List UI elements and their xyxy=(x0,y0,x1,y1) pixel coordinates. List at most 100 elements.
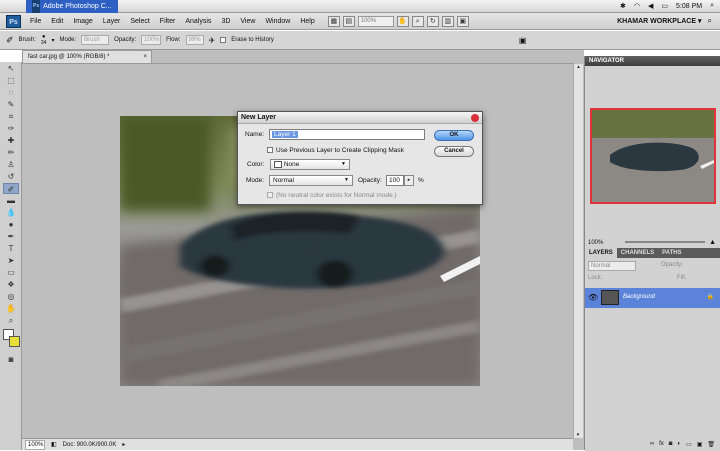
opacity-input[interactable]: 100 xyxy=(386,175,404,186)
background-color-swatch[interactable] xyxy=(9,336,20,347)
type-tool-icon[interactable]: T xyxy=(3,243,19,254)
menu-window[interactable]: Window xyxy=(260,18,295,25)
clipping-mask-checkbox[interactable] xyxy=(267,147,273,153)
arrange-documents-icon[interactable]: ▥ xyxy=(441,15,454,27)
dialog-titlebar[interactable]: New Layer xyxy=(238,112,482,124)
shape-tool-icon[interactable]: ▭ xyxy=(3,267,19,278)
scroll-down-arrow[interactable]: ▾ xyxy=(574,432,582,438)
navigator-zoom-field[interactable]: 100% xyxy=(588,240,603,246)
eraser-tool-preset-icon[interactable]: ✐ xyxy=(6,35,14,46)
zoom-tool-icon[interactable]: ⌕ xyxy=(3,315,19,326)
options-bar: ✐ Brush: ● 34 ▾ Mode: Brush Opacity: 100… xyxy=(0,31,720,50)
crop-tool-icon[interactable]: ⌗ xyxy=(3,111,19,122)
navigator-zoom-slider[interactable] xyxy=(625,241,705,243)
color-select-value: None xyxy=(283,161,300,168)
hand-tool-icon[interactable]: ✋ xyxy=(3,303,19,314)
menu-3d[interactable]: 3D xyxy=(216,18,235,25)
erase-to-history-checkbox[interactable] xyxy=(220,37,227,43)
menu-help[interactable]: Help xyxy=(295,18,319,25)
menu-view[interactable]: View xyxy=(235,18,260,25)
search-icon[interactable]: ⌕ xyxy=(708,16,720,26)
eyedropper-tool-icon[interactable]: ✑ xyxy=(3,123,19,134)
clock[interactable]: 5:08 PM xyxy=(676,3,702,10)
brush-panel-icon[interactable]: ▣ xyxy=(519,36,527,45)
brush-tool-icon[interactable]: ✏ xyxy=(3,147,19,158)
airbrush-icon[interactable]: ✈ xyxy=(209,36,216,45)
layer-name[interactable]: Background xyxy=(623,294,655,300)
screen-mode-icon[interactable]: ▣ xyxy=(456,15,469,27)
cancel-button[interactable]: Cancel xyxy=(434,146,474,157)
scroll-up-arrow[interactable]: ▴ xyxy=(574,64,583,70)
layer-row[interactable]: 👁 Background 🔒 xyxy=(585,288,720,308)
close-icon[interactable] xyxy=(471,114,479,122)
name-input[interactable]: Layer 1 xyxy=(269,129,425,140)
marquee-tool-icon[interactable]: ⬚ xyxy=(3,75,19,86)
blend-mode-select[interactable]: Normal xyxy=(588,261,636,271)
mode-select[interactable]: Normal ▼ xyxy=(269,175,353,186)
erase-to-history-label: Erase to History xyxy=(231,37,274,43)
neutral-color-label: (No neutral color exists for Normal mode… xyxy=(276,192,397,199)
eraser-tool-icon[interactable]: ✐ xyxy=(3,183,19,194)
healing-brush-tool-icon[interactable]: ✚ xyxy=(3,135,19,146)
quick-selection-tool-icon[interactable]: ✎ xyxy=(3,99,19,110)
chevron-down-icon[interactable]: ▾ xyxy=(51,37,54,44)
ok-button[interactable]: OK xyxy=(434,130,474,141)
document-tab[interactable]: fast car.jpg @ 100% (RGB/8) * × xyxy=(22,50,152,63)
3d-orbit-tool-icon[interactable]: ◎ xyxy=(3,291,19,302)
opacity-field[interactable]: 100% xyxy=(141,35,162,45)
color-swatch-none xyxy=(274,160,282,168)
status-menu-icon[interactable]: ◧ xyxy=(51,441,57,448)
quick-mask-icon[interactable]: ◙ xyxy=(3,354,19,365)
menu-analysis[interactable]: Analysis xyxy=(180,18,216,25)
hand-icon[interactable]: ✋ xyxy=(396,15,409,27)
navigator-thumbnail[interactable] xyxy=(590,108,716,204)
history-brush-tool-icon[interactable]: ↺ xyxy=(3,171,19,182)
menu-file[interactable]: File xyxy=(25,18,46,25)
rotate-view-icon[interactable]: ↻ xyxy=(426,15,439,27)
status-arrow-icon[interactable]: ▸ xyxy=(122,441,125,448)
status-zoom-field[interactable]: 100% xyxy=(25,439,45,450)
menu-filter[interactable]: Filter xyxy=(155,18,181,25)
menu-layer[interactable]: Layer xyxy=(98,18,126,25)
workspace-switcher[interactable]: KHAMAR WORKPLACE ▾ xyxy=(617,17,707,25)
3d-rotate-tool-icon[interactable]: ❖ xyxy=(3,279,19,290)
visibility-eye-icon[interactable]: 👁 xyxy=(588,293,598,302)
brush-preset-picker[interactable]: ● 34 xyxy=(41,34,47,46)
zoom-in-icon[interactable]: ▲ xyxy=(709,239,716,246)
vertical-scrollbar[interactable]: ▴ ▾ xyxy=(573,64,583,438)
tab-paths[interactable]: PATHS xyxy=(658,248,685,258)
minibridge-icon[interactable]: ▤ xyxy=(342,15,355,27)
gradient-tool-icon[interactable]: ▬ xyxy=(3,195,19,206)
color-select[interactable]: None ▼ xyxy=(270,159,350,170)
move-tool-icon[interactable]: ↖ xyxy=(3,63,19,74)
zoom-icon[interactable]: ⌕ xyxy=(411,15,424,27)
tab-layers[interactable]: LAYERS xyxy=(585,248,617,258)
menu-edit[interactable]: Edit xyxy=(46,18,68,25)
volume-icon[interactable]: ◀ xyxy=(648,2,653,10)
battery-icon[interactable]: ▭ xyxy=(661,2,668,10)
bridge-icon[interactable]: ▦ xyxy=(327,15,340,27)
opacity-stepper-icon[interactable]: ▸ xyxy=(404,175,414,186)
mac-app-menu[interactable]: Ps Adobe Photoshop C... xyxy=(26,0,118,13)
name-input-value: Layer 1 xyxy=(272,131,298,138)
bluetooth-icon[interactable]: ✱ xyxy=(620,2,626,10)
wifi-icon[interactable]: ◠ xyxy=(634,2,640,10)
pen-tool-icon[interactable]: ✒ xyxy=(3,231,19,242)
neutral-color-checkbox[interactable] xyxy=(267,192,273,198)
dodge-tool-icon[interactable]: ● xyxy=(3,219,19,230)
path-selection-tool-icon[interactable]: ➤ xyxy=(3,255,19,266)
zoom-select[interactable]: 100% xyxy=(357,15,394,27)
mode-select[interactable]: Brush xyxy=(81,35,110,45)
menu-image[interactable]: Image xyxy=(68,18,97,25)
navigator-header[interactable]: NAVIGATOR xyxy=(585,56,720,66)
opacity-label: Opacity: xyxy=(114,37,137,43)
spotlight-icon[interactable]: ⌕ xyxy=(710,2,714,10)
clone-stamp-tool-icon[interactable]: ♙ xyxy=(3,159,19,170)
lasso-tool-icon[interactable]: ◌ xyxy=(3,87,19,98)
blur-tool-icon[interactable]: 💧 xyxy=(3,207,19,218)
flow-field[interactable]: 99% xyxy=(185,35,204,45)
close-icon[interactable]: × xyxy=(143,51,147,63)
menu-select[interactable]: Select xyxy=(125,18,154,25)
tab-channels[interactable]: CHANNELS xyxy=(617,248,658,258)
color-swatches[interactable] xyxy=(3,329,20,351)
